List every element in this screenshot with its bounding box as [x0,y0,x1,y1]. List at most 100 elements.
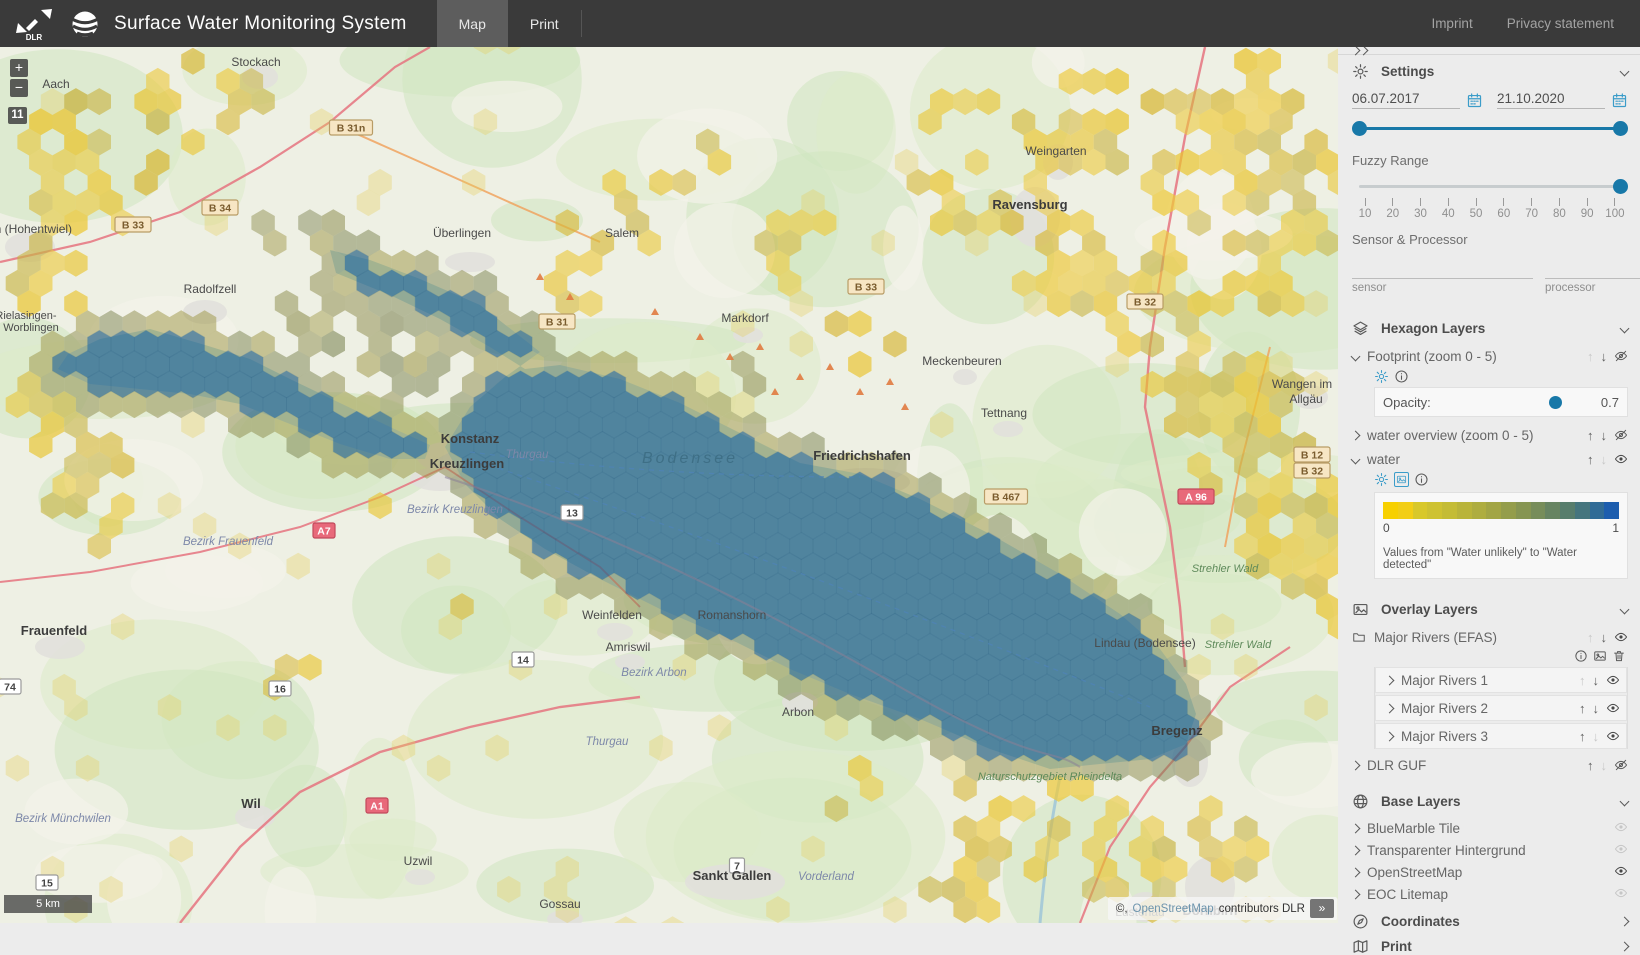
layer-transparenter-hintergrund[interactable]: Transparenter Hintergrund [1352,839,1628,861]
settings-header[interactable]: Settings [1352,55,1628,87]
move-up-icon[interactable]: ↑ [1587,631,1594,644]
eye-slash-icon[interactable] [1614,428,1628,442]
eye-icon[interactable] [1614,886,1628,900]
opacity-control[interactable]: Opacity: 0.7 [1374,387,1628,417]
chevron-right-icon[interactable] [1620,942,1630,952]
move-up-icon[interactable]: ↑ [1579,702,1586,715]
ramp-step [1516,502,1531,519]
move-down-icon[interactable]: ↓ [1593,702,1600,715]
chevron-down-icon[interactable] [1620,796,1630,806]
info-icon[interactable] [1394,369,1409,384]
move-down-icon[interactable]: ↓ [1601,429,1608,442]
zoom-out-button[interactable]: − [10,79,28,97]
move-down-icon[interactable]: ↓ [1593,730,1600,743]
chevron-down-icon[interactable] [1351,351,1361,361]
eye-icon[interactable] [1606,729,1620,743]
overlay-layers-header[interactable]: Overlay Layers [1352,593,1628,625]
sidebar-collapse-icon[interactable] [1352,47,1367,54]
range-handle-start[interactable] [1352,121,1367,136]
hexagon-layers-header[interactable]: Hexagon Layers [1352,312,1628,344]
chevron-down-icon[interactable] [1620,323,1630,333]
sensor-input[interactable] [1352,261,1533,279]
legend-image-icon[interactable] [1394,472,1409,487]
layer-dlr-guf[interactable]: DLR GUF ↑ ↓ [1352,753,1628,777]
layer-openstreetmap[interactable]: OpenStreetMap [1352,861,1628,883]
eye-icon[interactable] [1606,701,1620,715]
opacity-handle[interactable] [1549,396,1562,409]
map-canvas[interactable]: B 33B 34B 31nB 33B 32B 31B 12B 32B 467A … [0,47,1338,923]
print-header[interactable]: Print [1338,938,1640,955]
imprint-link[interactable]: Imprint [1431,16,1472,31]
coordinates-header[interactable]: Coordinates [1338,913,1640,930]
move-down-icon[interactable]: ↓ [1601,453,1608,466]
date-range-slider[interactable] [1354,121,1626,137]
layer-eoc-litemap[interactable]: EOC Litemap [1352,883,1628,905]
layer-group-major-rivers[interactable]: Major Rivers (EFAS) ↑ ↓ [1352,625,1628,649]
chevron-right-icon[interactable] [1351,430,1361,440]
svg-text:DLR: DLR [26,33,43,41]
move-up-icon[interactable]: ↑ [1587,350,1594,363]
processor-input[interactable] [1545,261,1640,279]
layer-bluemarble[interactable]: BlueMarble Tile [1352,817,1628,839]
chevron-right-icon[interactable] [1385,703,1395,713]
fuzzy-range-slider[interactable] [1354,179,1626,195]
layer-major-rivers-2[interactable]: Major Rivers 2 ↑ ↓ [1375,695,1627,721]
trash-icon[interactable] [1612,649,1626,663]
move-up-icon[interactable]: ↑ [1587,429,1594,442]
osm-link[interactable]: OpenStreetMap [1133,903,1214,915]
chevron-right-icon[interactable] [1620,917,1630,927]
eye-icon[interactable] [1606,673,1620,687]
layer-footprint[interactable]: Footprint (zoom 0 - 5) ↑ ↓ [1352,344,1628,368]
eye-icon[interactable] [1614,842,1628,856]
calendar-icon[interactable] [1466,92,1483,109]
eye-slash-icon[interactable] [1614,349,1628,363]
move-up-icon[interactable]: ↑ [1587,759,1594,772]
chevron-right-icon[interactable] [1351,760,1361,770]
chevron-right-icon[interactable] [1351,889,1361,899]
move-up-icon[interactable]: ↑ [1579,730,1586,743]
move-down-icon[interactable]: ↓ [1601,759,1608,772]
chevron-right-icon[interactable] [1385,731,1395,741]
range-handle-end[interactable] [1613,121,1628,136]
chevron-down-icon[interactable] [1351,454,1361,464]
fuzzy-handle[interactable] [1613,179,1628,194]
move-up-icon[interactable]: ↑ [1579,674,1586,687]
layer-major-rivers-3[interactable]: Major Rivers 3 ↑ ↓ [1375,723,1627,749]
eye-slash-icon[interactable] [1614,758,1628,772]
layer-water[interactable]: water ↑ ↓ [1352,447,1628,471]
chevron-right-icon[interactable] [1351,845,1361,855]
layer-major-rivers-1[interactable]: Major Rivers 1 ↑ ↓ [1375,667,1627,693]
chevron-down-icon[interactable] [1620,66,1630,76]
legend-image-icon[interactable] [1593,649,1607,663]
fuzzy-tick: 40 [1435,198,1461,220]
privacy-link[interactable]: Privacy statement [1507,16,1614,31]
move-down-icon[interactable]: ↓ [1601,350,1608,363]
chevron-right-icon[interactable] [1385,675,1395,685]
base-layers-header[interactable]: Base Layers [1352,785,1628,817]
move-up-icon[interactable]: ↑ [1587,453,1594,466]
zoom-in-button[interactable]: + [10,59,28,77]
layer-settings-gear-icon[interactable] [1374,369,1389,384]
chevron-right-icon[interactable] [1351,867,1361,877]
date-to-input[interactable] [1497,89,1605,109]
attribution-expand-button[interactable]: » [1310,899,1334,918]
tab-print[interactable]: Print [508,0,581,47]
tab-map[interactable]: Map [437,0,508,47]
eye-icon[interactable] [1614,820,1628,834]
chevron-down-icon[interactable] [1620,604,1630,614]
move-down-icon[interactable]: ↓ [1601,631,1608,644]
move-down-icon[interactable]: ↓ [1593,674,1600,687]
nav-tabs: Map Print [437,0,582,47]
info-icon[interactable] [1574,649,1588,663]
layer-water-overview[interactable]: water overview (zoom 0 - 5) ↑ ↓ [1352,423,1628,447]
info-icon[interactable] [1414,472,1429,487]
layer-settings-gear-icon[interactable] [1374,472,1389,487]
calendar-icon[interactable] [1611,92,1628,109]
date-from-input[interactable] [1352,89,1460,109]
eye-icon[interactable] [1614,864,1628,878]
town-label: Allgäu [1289,392,1322,406]
eye-icon[interactable] [1614,452,1628,466]
eye-icon[interactable] [1614,630,1628,644]
chevron-right-icon[interactable] [1351,823,1361,833]
ramp-step [1501,502,1516,519]
